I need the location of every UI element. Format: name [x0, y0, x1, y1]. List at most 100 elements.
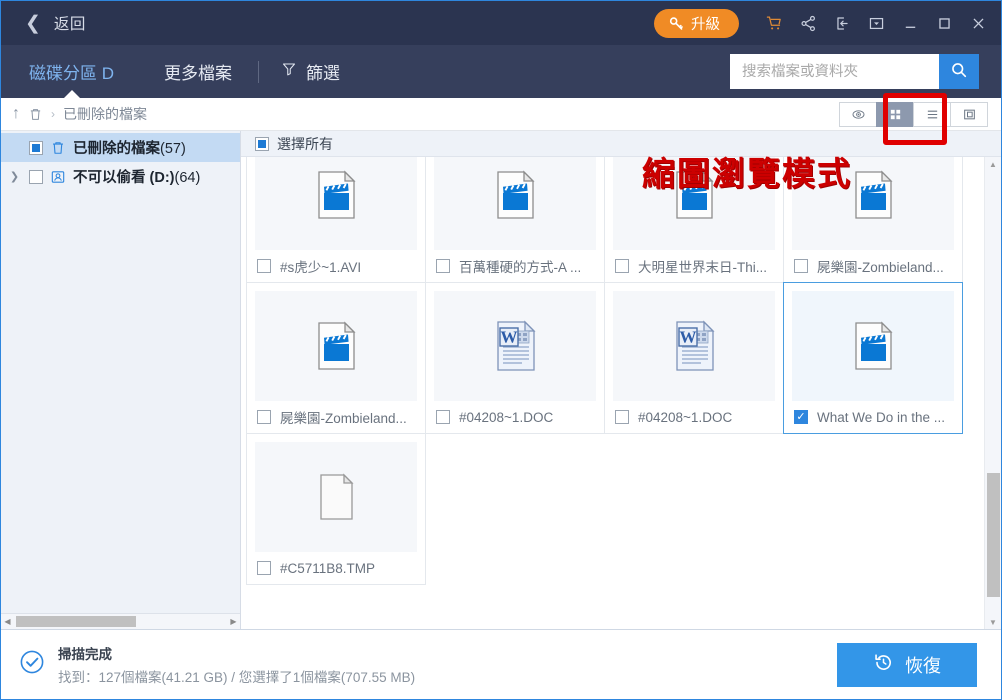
- file-card-checkbox[interactable]: [257, 259, 271, 273]
- upgrade-label: 升級: [691, 16, 720, 33]
- select-all-row[interactable]: 選擇所有: [241, 131, 1001, 157]
- file-panel: 選擇所有 #s虎少~1.AVI 百萬種硬的方式-A ... 大明星世界末日-Th…: [241, 131, 1001, 629]
- tab-more-files-label: 更多檔案: [164, 64, 232, 83]
- blank-file-icon: [255, 442, 417, 552]
- scroll-up-icon[interactable]: ▲: [989, 157, 997, 171]
- arrow-up-icon[interactable]: ↑: [12, 105, 20, 123]
- file-card-checkbox[interactable]: [615, 410, 629, 424]
- filter-button[interactable]: 篩選: [281, 59, 340, 84]
- view-mode-group: [839, 92, 1001, 145]
- preview-eye-icon[interactable]: [839, 101, 877, 127]
- file-card[interactable]: 百萬種硬的方式-A ...: [425, 157, 605, 283]
- status-footer: 掃描完成 找到：127個檔案(41.21 GB) / 您選擇了1個檔案(707.…: [1, 629, 1001, 699]
- file-grid-vertical-scrollbar[interactable]: ▲ ▼: [984, 157, 1001, 629]
- file-card-checkbox[interactable]: [257, 561, 271, 575]
- deleted-files-name: 已刪除的檔案: [73, 141, 160, 157]
- file-grid: #s虎少~1.AVI 百萬種硬的方式-A ... 大明星世界末日-Thi... …: [246, 157, 984, 585]
- detail-pane-icon[interactable]: [950, 101, 988, 127]
- sidebar-horizontal-scrollbar[interactable]: ◀ ▶: [1, 613, 240, 629]
- file-card-name: 屍樂園-Zombieland...: [817, 260, 944, 275]
- maximize-icon[interactable]: [927, 6, 961, 40]
- key-icon: [669, 16, 684, 31]
- file-card-name: #04208~1.DOC: [638, 409, 733, 425]
- word-file-icon: W: [434, 291, 596, 401]
- scroll-down-icon[interactable]: ▼: [989, 615, 997, 629]
- sidebar-hscroll-thumb[interactable]: [16, 616, 136, 627]
- back-button[interactable]: ❮ 返回: [25, 12, 86, 34]
- drive-icon: [50, 169, 66, 185]
- file-card-label: What We Do in the ...: [784, 401, 962, 433]
- file-card-label: #s虎少~1.AVI: [247, 250, 425, 282]
- sidebar-hscroll-track[interactable]: [14, 615, 227, 628]
- select-all-label: 選擇所有: [277, 135, 333, 152]
- video-file-icon: [434, 157, 596, 250]
- sidebar-item-drive-d-label: 不可以偷看 (D:)(64): [73, 166, 200, 187]
- file-card-name: #s虎少~1.AVI: [280, 260, 362, 275]
- scan-status-detail: 找到：127個檔案(41.21 GB) / 您選擇了1個檔案(707.55 MB…: [58, 670, 416, 685]
- grid-view-icon[interactable]: [876, 101, 914, 127]
- tab-more-files[interactable]: 更多檔案: [160, 45, 236, 98]
- search-icon: [950, 61, 968, 82]
- sidebar-item-drive-d[interactable]: ❯ 不可以偷看 (D:)(64): [1, 162, 240, 191]
- file-card-name: #C5711B8.TMP: [280, 560, 376, 576]
- file-card-label: #C5711B8.TMP: [247, 552, 425, 584]
- file-grid-vscroll-track[interactable]: [986, 171, 1001, 615]
- chevron-right-icon[interactable]: ❯: [7, 170, 22, 183]
- sidebar-item-deleted-files-label: 已刪除的檔案(57): [73, 137, 186, 158]
- file-card[interactable]: 大明星世界末日-Thi...: [604, 157, 784, 283]
- recover-button[interactable]: 恢復: [837, 642, 977, 687]
- file-card[interactable]: What We Do in the ...: [783, 282, 963, 434]
- folder-tree: 已刪除的檔案(57) ❯ 不可以偷看 (D:)(64): [1, 131, 240, 613]
- file-card-name: 屍樂園-Zombieland...: [280, 411, 407, 426]
- sidebar-item-deleted-files[interactable]: 已刪除的檔案(57): [1, 133, 240, 162]
- file-card[interactable]: W #04208~1.DOC: [425, 282, 605, 434]
- drive-d-name: 不可以偷看 (D:): [73, 170, 175, 186]
- share-icon[interactable]: [791, 6, 825, 40]
- scroll-right-icon[interactable]: ▶: [227, 617, 240, 626]
- scroll-left-icon[interactable]: ◀: [1, 617, 14, 626]
- file-card[interactable]: #s虎少~1.AVI: [246, 157, 426, 283]
- drive-d-count: (64): [174, 170, 201, 186]
- title-bar-actions: 升級: [654, 6, 995, 40]
- app-window: ❮ 返回 升級 磁碟分區 D 更多檔案 篩選 搜索檔案或資料夾 ↑ › 已刪除的…: [0, 0, 1002, 700]
- breadcrumb: ↑ › 已刪除的檔案: [1, 92, 1001, 145]
- main-content: 已刪除的檔案(57) ❯ 不可以偷看 (D:)(64) ◀ ▶ 選擇所有 #s虎…: [1, 131, 1001, 629]
- login-icon[interactable]: [825, 6, 859, 40]
- tab-partition-d[interactable]: 磁碟分區 D: [25, 45, 118, 98]
- file-card-name: #04208~1.DOC: [459, 409, 554, 425]
- svg-text:W: W: [680, 328, 697, 347]
- file-card-checkbox[interactable]: [615, 259, 629, 273]
- breadcrumb-separator: ›: [51, 107, 55, 121]
- file-card-checkbox[interactable]: [257, 410, 271, 424]
- search-button[interactable]: [939, 54, 979, 89]
- cart-icon[interactable]: [757, 6, 791, 40]
- drive-d-checkbox[interactable]: [29, 169, 43, 184]
- select-all-checkbox[interactable]: [255, 136, 269, 151]
- file-grid-vscroll-thumb[interactable]: [986, 472, 1000, 598]
- search-input[interactable]: [730, 54, 939, 89]
- file-card-name: What We Do in the ...: [817, 409, 946, 425]
- trash-icon[interactable]: [28, 107, 43, 122]
- file-card-checkbox[interactable]: [436, 410, 450, 424]
- dropdown-menu-icon[interactable]: [859, 6, 893, 40]
- file-card[interactable]: 屍樂園-Zombieland...: [246, 282, 426, 434]
- file-card-checkbox[interactable]: [794, 410, 808, 424]
- file-card[interactable]: #C5711B8.TMP: [246, 433, 426, 585]
- list-view-icon[interactable]: [913, 101, 951, 127]
- close-icon[interactable]: [961, 6, 995, 40]
- deleted-files-checkbox[interactable]: [29, 140, 43, 155]
- upgrade-button[interactable]: 升級: [654, 8, 739, 38]
- restore-icon: [873, 652, 894, 678]
- video-file-icon: [613, 157, 775, 250]
- funnel-icon: [281, 61, 297, 82]
- file-grid-scroll-area: #s虎少~1.AVI 百萬種硬的方式-A ... 大明星世界末日-Thi... …: [241, 157, 984, 629]
- scan-status-text: 掃描完成 找到：127個檔案(41.21 GB) / 您選擇了1個檔案(707.…: [58, 643, 415, 686]
- file-card-checkbox[interactable]: [794, 259, 808, 273]
- minimize-icon[interactable]: [893, 6, 927, 40]
- file-card[interactable]: 屍樂園-Zombieland...: [783, 157, 963, 283]
- file-card[interactable]: W #04208~1.DOC: [604, 282, 784, 434]
- title-bar: ❮ 返回 升級: [1, 1, 1001, 45]
- video-file-icon: [792, 157, 954, 250]
- tab-partition-d-label: 磁碟分區 D: [29, 64, 114, 83]
- file-card-checkbox[interactable]: [436, 259, 450, 273]
